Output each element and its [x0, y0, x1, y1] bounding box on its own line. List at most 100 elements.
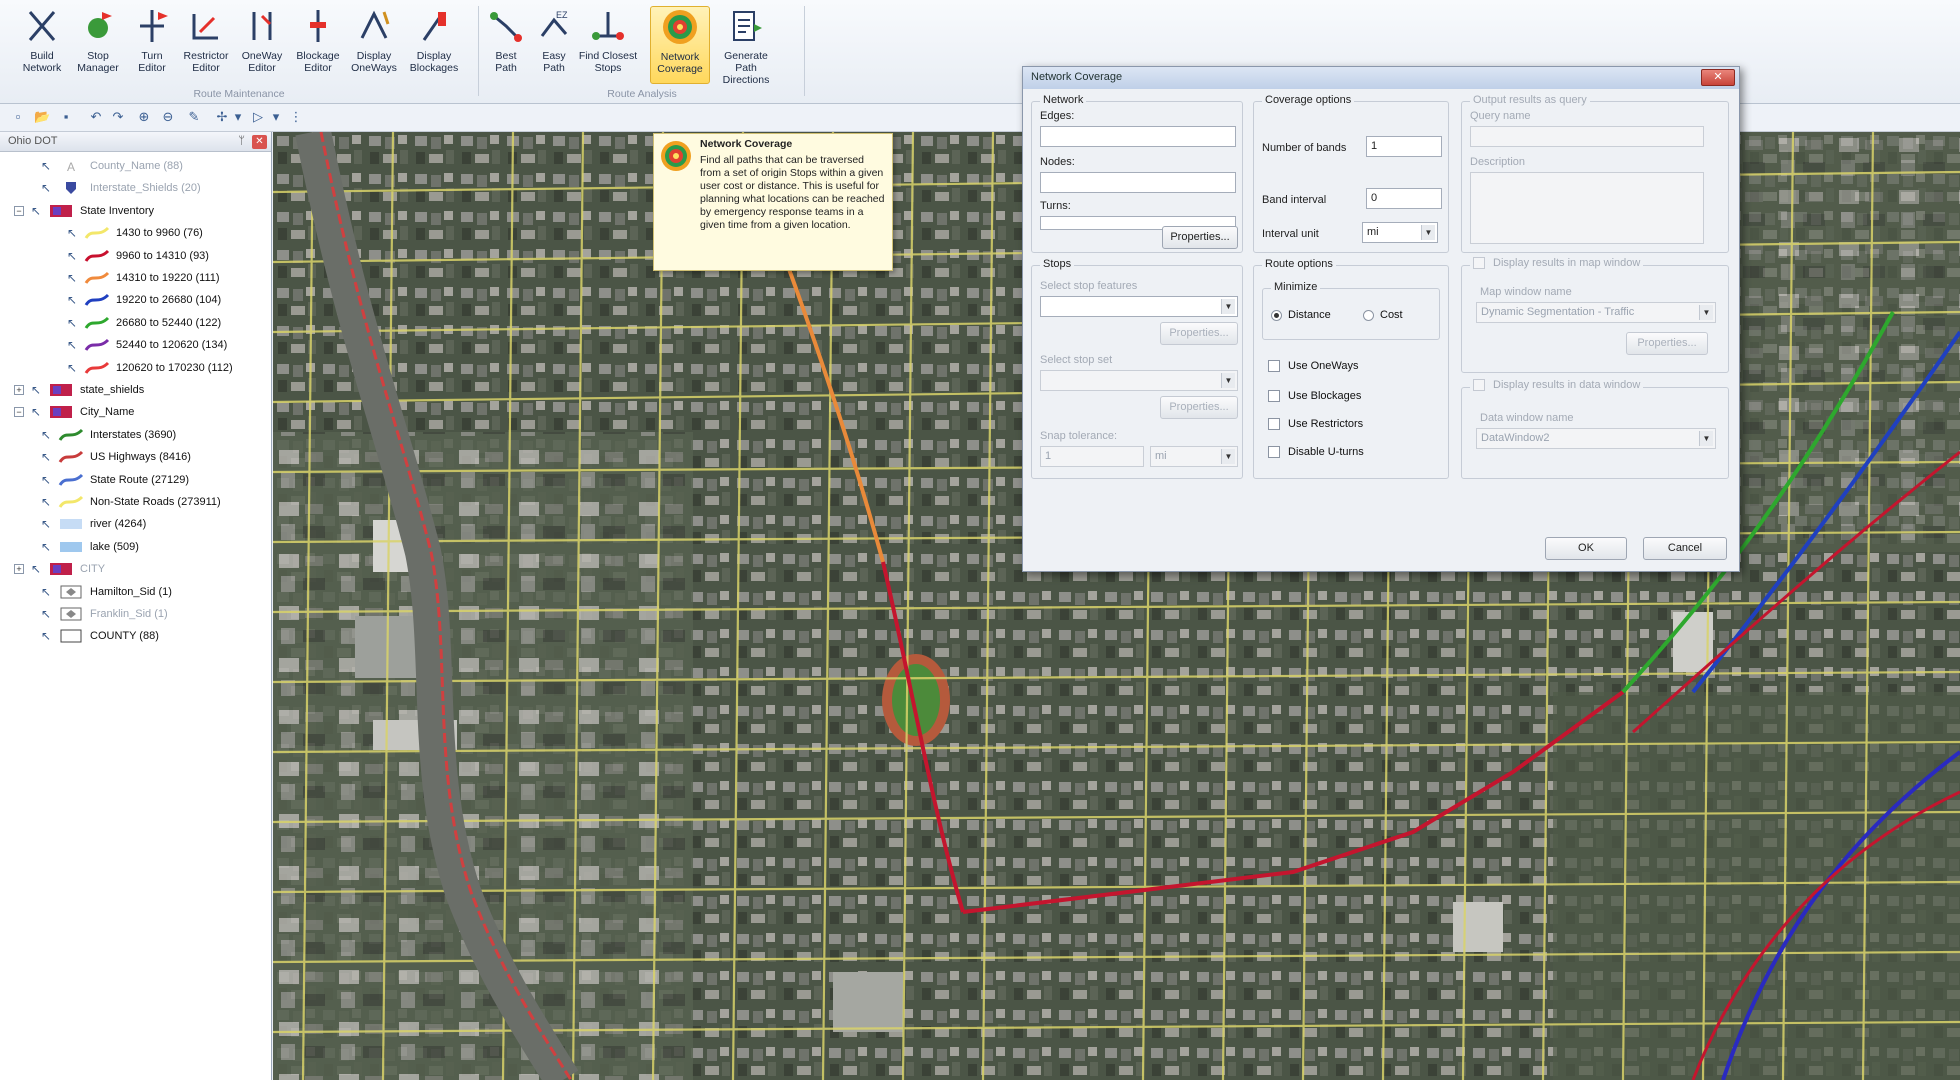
visibility-icon[interactable]: ↖: [66, 316, 78, 330]
visibility-icon[interactable]: ↖: [30, 562, 42, 576]
visibility-icon[interactable]: ↖: [66, 361, 78, 375]
snap-tolerance-input[interactable]: 1: [1040, 446, 1144, 467]
visibility-icon[interactable]: ↖: [40, 159, 52, 173]
network-properties-button[interactable]: Properties...: [1162, 226, 1238, 249]
layer-item[interactable]: − ↖ City_Name: [14, 402, 134, 422]
layer-item[interactable]: + ↖ state_shields: [14, 380, 144, 400]
band-interval-input[interactable]: 0: [1366, 188, 1442, 209]
visibility-icon[interactable]: ↖: [40, 629, 52, 643]
open-folder-icon[interactable]: 📂: [34, 109, 50, 125]
map-window-name-select[interactable]: Dynamic Segmentation - Traffic ▼: [1476, 302, 1716, 323]
visibility-icon[interactable]: ↖: [40, 540, 52, 554]
layer-item[interactable]: ↖ State Route (27129): [40, 470, 189, 490]
number-of-bands-input[interactable]: 1: [1366, 136, 1442, 157]
dialog-titlebar[interactable]: Network Coverage ✕: [1023, 67, 1739, 89]
dropdown-icon[interactable]: ▾: [268, 109, 284, 125]
display-in-map-window-checkbox[interactable]: Display results in map window: [1470, 257, 1644, 269]
chevron-down-icon[interactable]: ▼: [1421, 225, 1435, 240]
zoom-in-icon[interactable]: ⊕: [136, 109, 152, 125]
layer-item[interactable]: ↖ 19220 to 26680 (104): [66, 290, 221, 310]
visibility-icon[interactable]: ↖: [66, 226, 78, 240]
expand-icon[interactable]: +: [14, 564, 24, 575]
use-restrictors-checkbox[interactable]: Use Restrictors: [1268, 418, 1363, 430]
collapse-icon[interactable]: −: [14, 407, 24, 418]
layer-item[interactable]: ↖ 120620 to 170230 (112): [66, 358, 233, 378]
use-oneways-checkbox[interactable]: Use OneWays: [1268, 360, 1359, 372]
layer-item[interactable]: ↖ 52440 to 120620 (134): [66, 335, 227, 355]
visibility-icon[interactable]: ↖: [66, 338, 78, 352]
more-tools-icon[interactable]: ⋮: [288, 109, 304, 125]
layer-item[interactable]: ↖ US Highways (8416): [40, 447, 191, 467]
zoom-out-icon[interactable]: ⊖: [160, 109, 176, 125]
query-name-input[interactable]: [1470, 126, 1704, 147]
close-button[interactable]: ✕: [1701, 69, 1735, 86]
interval-unit-select[interactable]: mi ▼: [1362, 222, 1438, 243]
visibility-icon[interactable]: ↖: [66, 271, 78, 285]
visibility-icon[interactable]: ↖: [30, 383, 42, 397]
visibility-icon[interactable]: ↖: [40, 607, 52, 621]
layer-item[interactable]: ↖ A County_Name (88): [40, 156, 183, 176]
layer-item[interactable]: ↖ lake (509): [40, 537, 139, 557]
select-point-icon[interactable]: ✢: [214, 109, 230, 125]
layer-label: 52440 to 120620 (134): [116, 339, 228, 352]
close-icon[interactable]: ✕: [252, 135, 267, 149]
layer-item[interactable]: ↖ 14310 to 19220 (111): [66, 268, 220, 288]
visibility-icon[interactable]: ↖: [40, 181, 52, 195]
layer-item[interactable]: ↖ COUNTY (88): [40, 626, 159, 646]
chevron-down-icon[interactable]: ▼: [1699, 431, 1713, 446]
layer-item[interactable]: ↖ Non-State Roads (273911): [40, 492, 221, 512]
layer-item[interactable]: ↖ Hamilton_Sid (1): [40, 582, 172, 602]
stop-features-properties-button[interactable]: Properties...: [1160, 322, 1238, 345]
data-window-name-select[interactable]: DataWindow2 ▼: [1476, 428, 1716, 449]
use-blockages-checkbox[interactable]: Use Blockages: [1268, 390, 1361, 402]
chevron-down-icon[interactable]: ▼: [1699, 305, 1713, 320]
new-file-icon[interactable]: ▫: [10, 109, 26, 125]
pan-icon[interactable]: ↶: [88, 109, 104, 125]
stop-set-properties-button[interactable]: Properties...: [1160, 396, 1238, 419]
visibility-icon[interactable]: ↖: [30, 204, 42, 218]
visibility-icon[interactable]: ↖: [40, 517, 52, 531]
expand-icon[interactable]: +: [14, 385, 24, 395]
layer-item[interactable]: ↖ 26680 to 52440 (122): [66, 313, 221, 333]
layer-item[interactable]: ↖ 1430 to 9960 (76): [66, 223, 203, 243]
display-in-data-window-checkbox[interactable]: Display results in data window: [1470, 379, 1644, 391]
cost-radio[interactable]: Cost: [1363, 309, 1403, 321]
cancel-button[interactable]: Cancel: [1643, 537, 1727, 560]
layer-item[interactable]: ↖ Interstate_Shields (20): [40, 178, 201, 198]
visibility-icon[interactable]: ↖: [40, 585, 52, 599]
pin-icon[interactable]: ᛘ: [238, 135, 245, 147]
chevron-down-icon[interactable]: ▼: [1221, 299, 1235, 314]
visibility-icon[interactable]: ↖: [40, 495, 52, 509]
dropdown-icon[interactable]: ▾: [230, 109, 246, 125]
layer-item[interactable]: ↖ Interstates (3690): [40, 425, 176, 445]
layer-item[interactable]: − ↖ State Inventory: [14, 201, 154, 221]
snap-unit-select[interactable]: mi ▼: [1150, 446, 1238, 467]
ok-button[interactable]: OK: [1545, 537, 1627, 560]
zoom-previous-icon[interactable]: ↷: [110, 109, 126, 125]
layer-item[interactable]: ↖ river (4264): [40, 514, 146, 534]
map-window-properties-button[interactable]: Properties...: [1626, 332, 1708, 355]
layer-item[interactable]: ↖ 9960 to 14310 (93): [66, 246, 209, 266]
edges-field[interactable]: [1040, 126, 1236, 147]
checkbox-icon: [1268, 390, 1280, 402]
visibility-icon[interactable]: ↖: [66, 293, 78, 307]
distance-radio[interactable]: Distance: [1271, 309, 1331, 321]
chevron-down-icon[interactable]: ▼: [1221, 373, 1235, 388]
layer-item[interactable]: ↖ Franklin_Sid (1): [40, 604, 168, 624]
nodes-field[interactable]: [1040, 172, 1236, 193]
description-textarea[interactable]: [1470, 172, 1704, 244]
visibility-icon[interactable]: ↖: [30, 405, 42, 419]
stop-set-select[interactable]: ▼: [1040, 370, 1238, 391]
visibility-icon[interactable]: ↖: [66, 249, 78, 263]
disable-uturns-checkbox[interactable]: Disable U-turns: [1268, 446, 1364, 458]
label-tool-icon[interactable]: ✎: [186, 109, 202, 125]
collapse-icon[interactable]: −: [14, 205, 24, 216]
visibility-icon[interactable]: ↖: [40, 450, 52, 464]
chevron-down-icon[interactable]: ▼: [1221, 449, 1235, 464]
visibility-icon[interactable]: ↖: [40, 428, 52, 442]
stop-features-select[interactable]: ▼: [1040, 296, 1238, 317]
select-area-icon[interactable]: ▷: [250, 109, 266, 125]
visibility-icon[interactable]: ↖: [40, 473, 52, 487]
layer-item[interactable]: + ↖ CITY: [14, 559, 105, 579]
save-icon[interactable]: ▪: [58, 109, 74, 125]
